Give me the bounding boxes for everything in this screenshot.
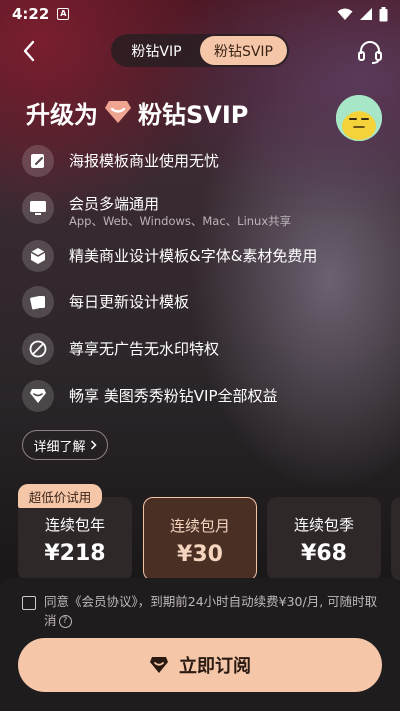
tab-vip[interactable]: 粉钻VIP xyxy=(113,36,200,65)
pink-diamond-icon xyxy=(104,100,132,124)
title-prefix: 升级为 xyxy=(26,100,98,129)
top-bar: 粉钻VIP 粉钻SVIP xyxy=(0,34,400,68)
plan-card-next[interactable] xyxy=(391,497,400,581)
feature-item: 每日更新设计模板 xyxy=(22,286,189,318)
plan-price: ¥30 xyxy=(177,542,223,567)
plan-price: ¥68 xyxy=(301,541,347,566)
monitor-icon xyxy=(22,192,54,224)
diamond-icon xyxy=(22,380,54,412)
vip-tab-switcher: 粉钻VIP 粉钻SVIP xyxy=(111,34,289,67)
diamond-icon xyxy=(150,657,168,673)
plan-price: ¥218 xyxy=(44,541,106,566)
feature-title: 会员多端通用 xyxy=(69,195,160,213)
chevron-left-icon xyxy=(23,40,35,62)
learn-more-button[interactable]: 详细了解 xyxy=(22,430,108,460)
plan-name: 连续包年 xyxy=(44,516,105,534)
plan-card-quarterly[interactable]: 连续包季 ¥68 xyxy=(267,497,381,581)
customer-service-button[interactable] xyxy=(356,38,384,66)
battery-icon xyxy=(379,6,388,21)
feature-title: 每日更新设计模板 xyxy=(69,293,190,311)
agreement-text[interactable]: 同意《会员协议》，到期前24小时自动续费¥30/月, 可随时取消 xyxy=(44,594,377,628)
plan-name: 连续包月 xyxy=(169,517,230,535)
feature-item: 尊享无广告无水印特权 xyxy=(22,333,219,365)
agreement-checkbox[interactable] xyxy=(22,596,36,610)
status-indicators xyxy=(337,6,388,22)
agreement-row: 同意《会员协议》，到期前24小时自动续费¥30/月, 可随时取消? xyxy=(22,592,388,630)
subscribe-label: 立即订阅 xyxy=(179,656,251,677)
tab-svip[interactable]: 粉钻SVIP xyxy=(200,36,287,65)
chevron-right-icon xyxy=(90,440,97,450)
feature-title: 尊享无广告无水印特权 xyxy=(69,340,220,358)
back-button[interactable] xyxy=(16,38,42,64)
avatar[interactable] xyxy=(336,95,382,141)
feature-item: 畅享 美图秀秀粉钻VIP全部权益 xyxy=(22,380,278,412)
headset-icon xyxy=(358,41,382,64)
learn-more-label: 详细了解 xyxy=(33,439,86,455)
cards-icon xyxy=(22,286,54,318)
notification-badge-icon: A xyxy=(57,8,70,20)
feature-item: 海报模板商业使用无忧 xyxy=(22,145,219,177)
plan-card-monthly[interactable]: 连续包月 ¥30 xyxy=(143,497,257,581)
signal-icon xyxy=(360,8,372,20)
page-title: 升级为 粉钻SVIP xyxy=(26,95,248,129)
wifi-icon xyxy=(337,8,353,20)
trial-badge: 超低价试用 xyxy=(18,484,102,508)
title-main: 粉钻SVIP xyxy=(138,100,249,129)
subscribe-button[interactable]: 立即订阅 xyxy=(18,638,382,692)
help-icon[interactable]: ? xyxy=(58,615,72,628)
feature-subtitle: App、Web、Windows、Mac、Linux共享 xyxy=(69,214,292,228)
feature-title: 海报模板商业使用无忧 xyxy=(69,152,220,170)
status-bar: 4:22 A xyxy=(0,0,400,28)
feature-item: 会员多端通用 App、Web、Windows、Mac、Linux共享 xyxy=(22,192,291,229)
no-ads-icon xyxy=(22,333,54,365)
status-time: 4:22 xyxy=(12,5,50,23)
plan-name: 连续包季 xyxy=(293,516,354,534)
box-icon xyxy=(22,240,54,272)
checkout-panel: 同意《会员协议》，到期前24小时自动续费¥30/月, 可随时取消? 立即订阅 xyxy=(0,578,400,711)
edit-poster-icon xyxy=(22,145,54,177)
plan-selector: 超低价试用 连续包年 ¥218 连续包月 ¥30 连续包季 ¥68 xyxy=(0,484,400,584)
feature-title: 精美商业设计模板&字体&素材免费用 xyxy=(69,247,318,265)
plan-card-yearly[interactable]: 连续包年 ¥218 xyxy=(18,497,132,581)
feature-item: 精美商业设计模板&字体&素材免费用 xyxy=(22,240,317,272)
avatar-face-icon xyxy=(336,95,382,141)
feature-title: 畅享 美图秀秀粉钻VIP全部权益 xyxy=(69,387,278,405)
